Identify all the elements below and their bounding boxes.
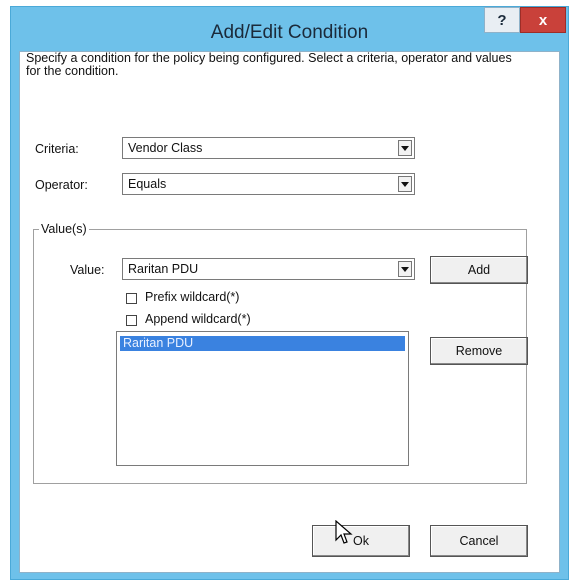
remove-button[interactable]: Remove xyxy=(430,337,528,365)
help-button[interactable]: ? xyxy=(484,7,520,33)
operator-dropdown[interactable]: Equals xyxy=(122,173,415,195)
value-dropdown[interactable]: Raritan PDU xyxy=(122,258,415,280)
cancel-button[interactable]: Cancel xyxy=(430,525,528,557)
chevron-down-icon[interactable] xyxy=(398,140,412,156)
ok-button[interactable]: Ok xyxy=(312,525,410,557)
criteria-label: Criteria: xyxy=(35,142,79,156)
append-wildcard-label: Append wildcard(*) xyxy=(145,312,251,326)
criteria-value: Vendor Class xyxy=(128,141,203,155)
chevron-down-icon[interactable] xyxy=(398,261,412,277)
prefix-wildcard-label: Prefix wildcard(*) xyxy=(145,290,240,304)
chevron-down-icon[interactable] xyxy=(398,176,412,192)
operator-value: Equals xyxy=(128,177,167,191)
append-wildcard-checkbox[interactable] xyxy=(126,315,137,326)
prefix-wildcard-checkbox[interactable] xyxy=(126,293,137,304)
add-button[interactable]: Add xyxy=(430,256,528,284)
value-value: Raritan PDU xyxy=(128,262,199,276)
title-bar: Add/Edit Condition ? x xyxy=(11,7,568,57)
value-label: Value: xyxy=(70,263,105,277)
list-item[interactable]: Raritan PDU xyxy=(120,336,405,351)
criteria-dropdown[interactable]: Vendor Class xyxy=(122,137,415,159)
close-button[interactable]: x xyxy=(520,7,566,33)
description-text: Specify a condition for the policy being… xyxy=(26,51,512,78)
operator-label: Operator: xyxy=(35,178,88,192)
mouse-cursor-icon xyxy=(335,520,353,544)
values-group-label: Value(s) xyxy=(39,222,89,236)
values-listbox[interactable]: Raritan PDU xyxy=(116,331,409,466)
